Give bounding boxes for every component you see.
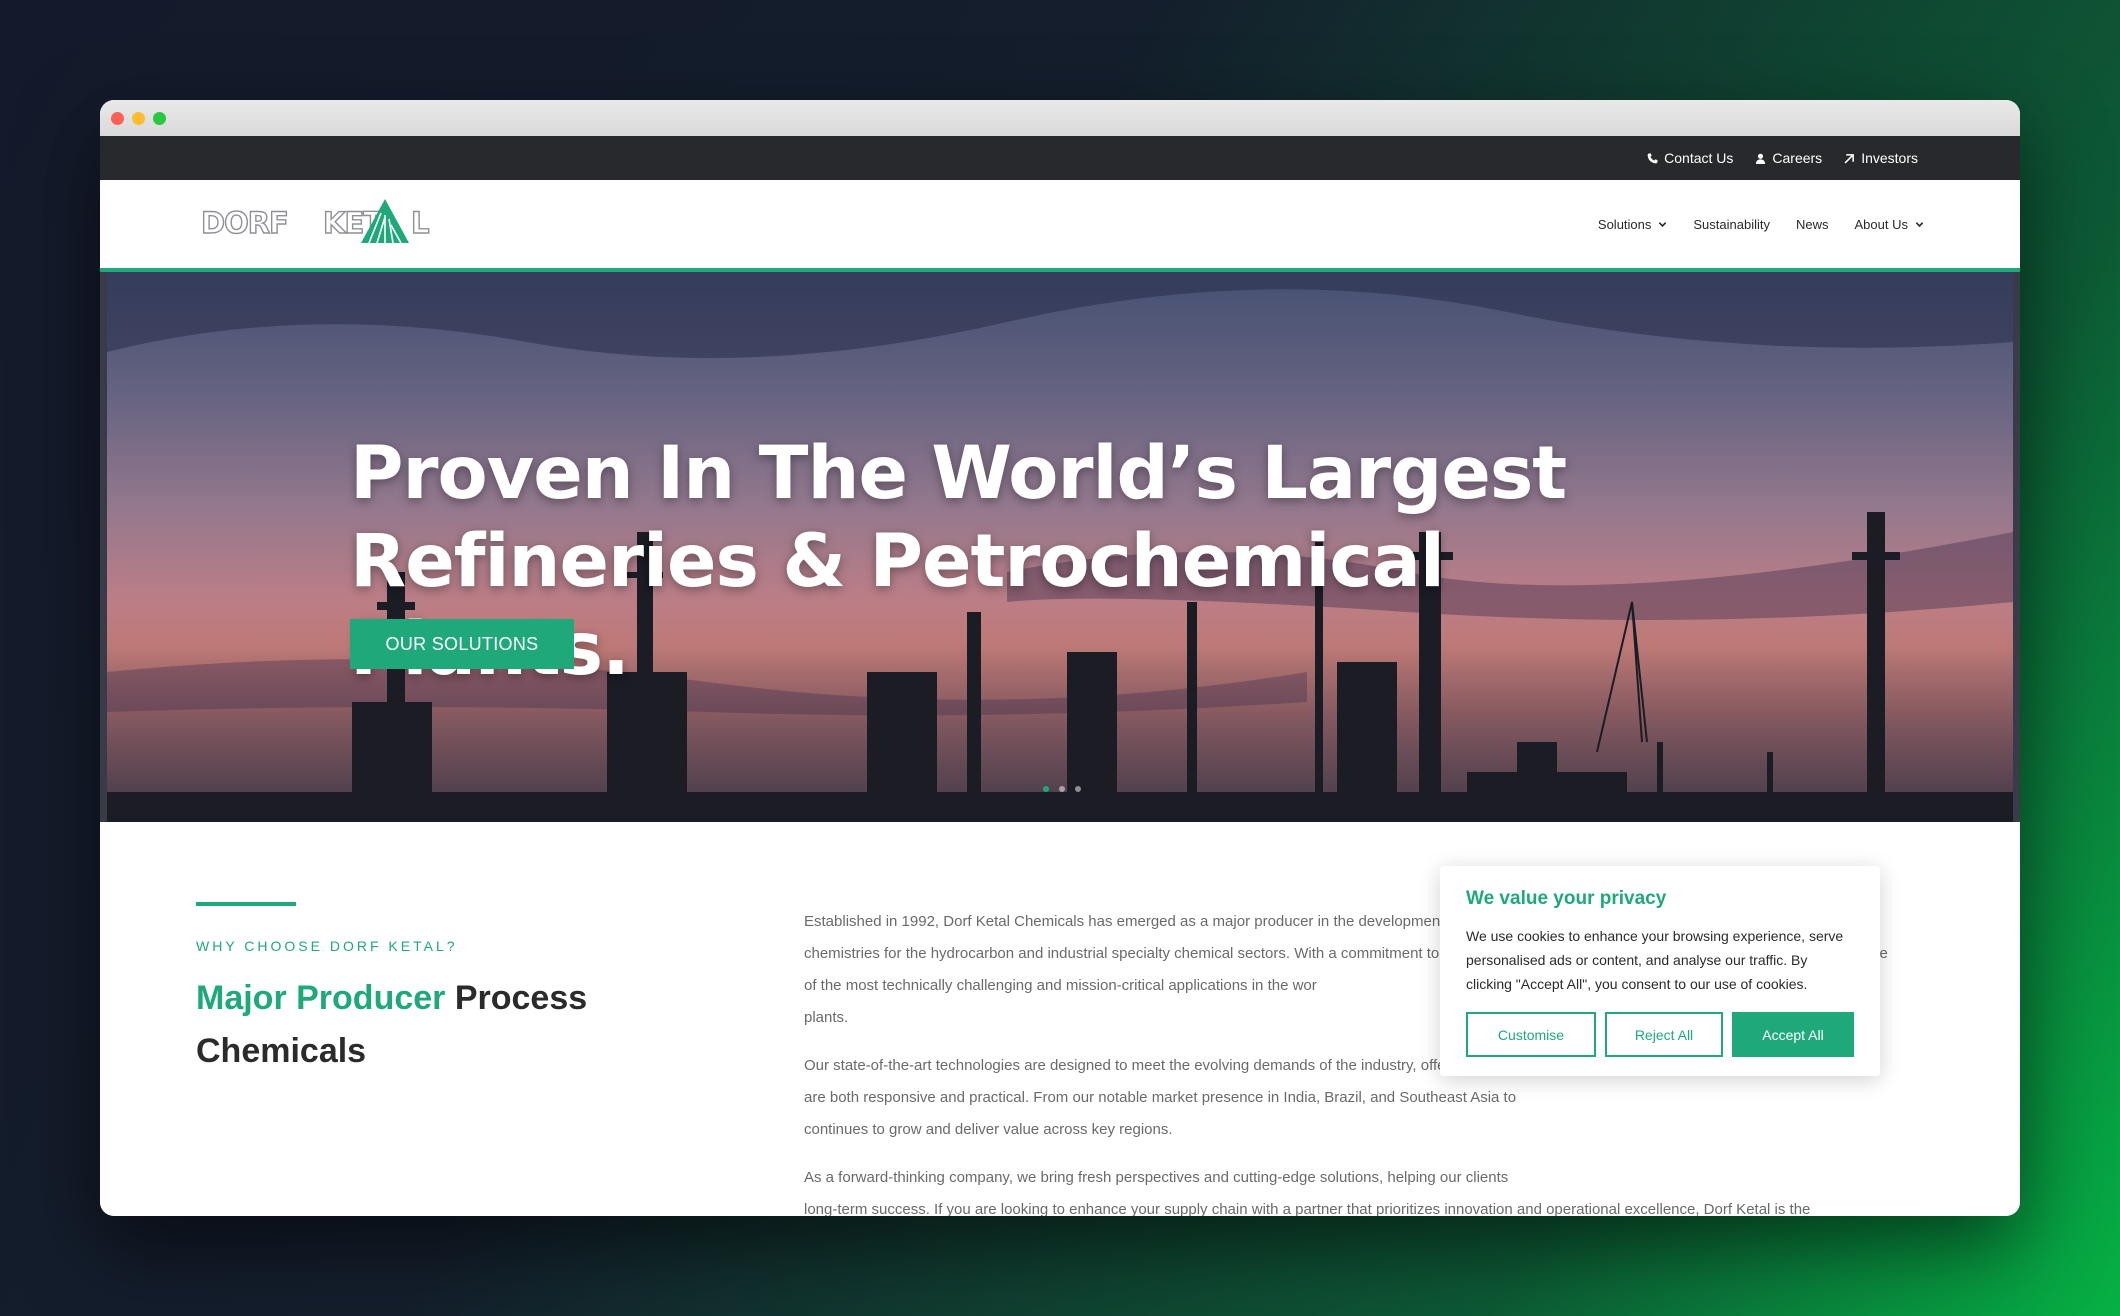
heading-accent: Major Producer bbox=[196, 979, 446, 1017]
intro-paragraph-3: As a forward-thinking company, we bring … bbox=[804, 1162, 1894, 1216]
slider-dot-1[interactable] bbox=[1043, 786, 1049, 792]
close-window-button[interactable] bbox=[111, 111, 124, 125]
intro-paragraph-3-line-1: As a forward-thinking company, we bring … bbox=[804, 1169, 1509, 1186]
hero-slider: Proven In The World’s Largest Refineries… bbox=[100, 272, 2020, 822]
nav-about-us-label: About Us bbox=[1854, 216, 1908, 232]
window-titlebar bbox=[100, 100, 2020, 136]
intro-paragraph-2-line-1: Our state-of-the-art technologies are de… bbox=[804, 1057, 1504, 1074]
accept-all-button[interactable]: Accept All bbox=[1732, 1012, 1854, 1057]
chevron-down-icon bbox=[1915, 221, 1924, 227]
phone-icon bbox=[1647, 153, 1658, 163]
arrow-up-right-icon bbox=[1844, 153, 1855, 163]
investors-label: Investors bbox=[1861, 150, 1918, 166]
logo-mark: DORF KET L bbox=[201, 199, 430, 244]
nav-sustainability[interactable]: Sustainability bbox=[1693, 217, 1770, 232]
contact-us-link[interactable]: Contact Us bbox=[1647, 150, 1733, 166]
svg-text:L: L bbox=[411, 206, 429, 240]
customise-button[interactable]: Customise bbox=[1466, 1012, 1596, 1057]
main-navbar: DORF KET L Solutions Sustainability News… bbox=[100, 180, 2020, 272]
slider-dot-2[interactable] bbox=[1059, 786, 1065, 792]
dorf-ketal-logo[interactable]: DORF KET L bbox=[201, 195, 467, 253]
intro-paragraph-1-end: plants. bbox=[804, 1009, 849, 1026]
maximize-window-button[interactable] bbox=[153, 111, 166, 125]
nav-sustainability-label: Sustainability bbox=[1693, 216, 1770, 232]
cookie-actions: Customise Reject All Accept All bbox=[1466, 1012, 1854, 1057]
nav-solutions-label: Solutions bbox=[1597, 216, 1652, 232]
nav-solutions[interactable]: Solutions bbox=[1598, 217, 1667, 232]
svg-text:DORF: DORF bbox=[201, 206, 288, 240]
slider-dots bbox=[1043, 786, 1081, 792]
cookie-title: We value your privacy bbox=[1466, 888, 1667, 909]
careers-link[interactable]: Careers bbox=[1755, 150, 1822, 166]
our-solutions-button[interactable]: OUR SOLUTIONS bbox=[350, 619, 574, 669]
user-icon bbox=[1756, 153, 1766, 164]
minimize-window-button[interactable] bbox=[132, 111, 145, 125]
slider-dot-3[interactable] bbox=[1075, 786, 1081, 792]
investors-link[interactable]: Investors bbox=[1844, 150, 1918, 166]
section-kicker: WHY CHOOSE DORF KETAL? bbox=[196, 938, 458, 954]
section-accent-rule bbox=[196, 902, 296, 906]
intro-paragraph-2-line-2: are both responsive and practical. From … bbox=[804, 1089, 1517, 1106]
intro-paragraph-2-line-3: continues to grow and deliver value acro… bbox=[804, 1121, 1173, 1138]
cookie-consent-banner: We value your privacy We use cookies to … bbox=[1440, 866, 1880, 1076]
cookie-text: We use cookies to enhance your browsing … bbox=[1466, 928, 1844, 992]
section-heading: Major Producer Process Chemicals bbox=[196, 972, 656, 1078]
contact-us-label: Contact Us bbox=[1664, 150, 1734, 166]
chevron-down-icon bbox=[1659, 221, 1667, 227]
nav-news-label: News bbox=[1796, 216, 1829, 232]
nav-news[interactable]: News bbox=[1796, 217, 1829, 232]
intro-paragraph-3-line-2: long-term success. If you are looking to… bbox=[804, 1201, 1811, 1216]
reject-all-button[interactable]: Reject All bbox=[1605, 1012, 1723, 1057]
careers-label: Careers bbox=[1772, 150, 1823, 166]
utility-bar: Contact Us Careers Investors bbox=[100, 136, 2020, 180]
nav-about-us[interactable]: About Us bbox=[1855, 217, 1924, 232]
primary-nav: Solutions Sustainability News About Us bbox=[1598, 217, 1924, 232]
